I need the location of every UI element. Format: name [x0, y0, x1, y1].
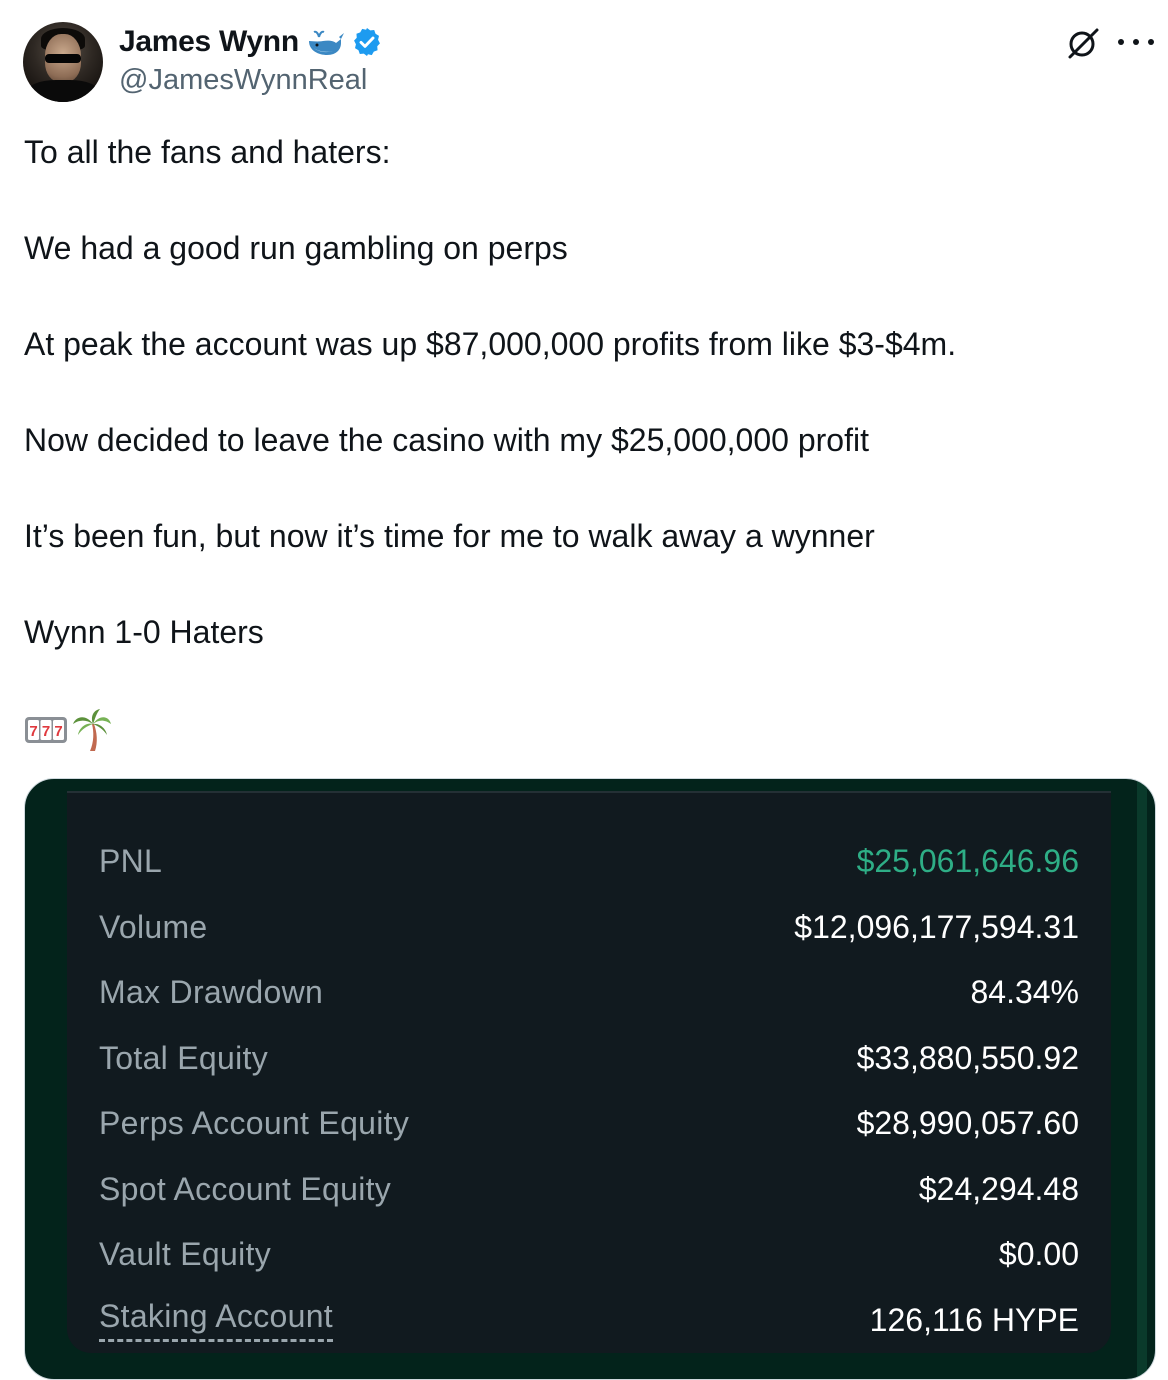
author-handle[interactable]: @JamesWynnReal [119, 64, 367, 97]
stat-row-vault-equity: Vault Equity $0.00 [99, 1234, 1079, 1274]
more-options-icon[interactable] [1118, 30, 1154, 54]
avatar[interactable] [23, 22, 103, 102]
palm-tree-icon [72, 708, 112, 757]
tweet-media-image[interactable]: PNL $25,061,646.96 Volume $12,096,177,59… [24, 778, 1156, 1380]
tweet-line: Wynn 1-0 Haters [24, 614, 264, 650]
dot-icon [1148, 39, 1154, 45]
tweet-text: To all the fans and haters: We had a goo… [24, 128, 1144, 656]
grok-icon[interactable] [1066, 26, 1100, 60]
stat-row-volume: Volume $12,096,177,594.31 [99, 907, 1079, 947]
svg-text:7: 7 [42, 723, 50, 740]
stat-label: Vault Equity [99, 1235, 271, 1272]
stat-row-staking-account: Staking Account 126,116 HYPE [99, 1298, 1079, 1342]
author-name[interactable]: James Wynn [119, 25, 299, 59]
stat-value: 126,116 HYPE [869, 1301, 1079, 1338]
svg-text:7: 7 [54, 723, 62, 740]
whale-icon [305, 27, 345, 57]
stat-label: Staking Account [99, 1298, 333, 1342]
slot-machine-icon: 7 7 7 [24, 714, 68, 751]
stat-row-spot-equity: Spot Account Equity $24,294.48 [99, 1169, 1079, 1209]
stat-value: $25,061,646.96 [856, 842, 1079, 879]
account-stats-panel: PNL $25,061,646.96 Volume $12,096,177,59… [67, 791, 1111, 1353]
stat-label: Max Drawdown [99, 973, 324, 1010]
verified-icon[interactable] [351, 26, 383, 58]
tweet-line: It’s been fun, but now it’s time for me … [24, 518, 875, 554]
stat-value: $33,880,550.92 [856, 1039, 1079, 1076]
stat-value: $28,990,057.60 [856, 1104, 1079, 1141]
tweet-line: To all the fans and haters: [24, 134, 391, 170]
stat-label: Volume [99, 908, 208, 945]
stat-value: 84.34% [970, 973, 1079, 1010]
stat-label: Perps Account Equity [99, 1104, 410, 1141]
author-name-row: James Wynn [119, 24, 383, 60]
stat-label: Spot Account Equity [99, 1170, 392, 1207]
avatar-coat [27, 80, 99, 102]
avatar-sunglasses [45, 54, 81, 63]
stat-row-perps-equity: Perps Account Equity $28,990,057.60 [99, 1103, 1079, 1143]
stat-value: $24,294.48 [918, 1170, 1079, 1207]
tweet-line: We had a good run gambling on perps [24, 230, 568, 266]
stat-label: PNL [99, 842, 163, 879]
media-edge-band [1137, 779, 1147, 1379]
stat-label: Total Equity [99, 1039, 269, 1076]
stat-row-total-equity: Total Equity $33,880,550.92 [99, 1038, 1079, 1078]
svg-text:7: 7 [29, 723, 37, 740]
stat-value: $0.00 [998, 1235, 1079, 1272]
tweet-line: At peak the account was up $87,000,000 p… [24, 326, 957, 362]
dot-icon [1133, 39, 1139, 45]
stat-row-max-drawdown: Max Drawdown 84.34% [99, 972, 1079, 1012]
stat-row-pnl: PNL $25,061,646.96 [99, 841, 1079, 881]
tweet-line: Now decided to leave the casino with my … [24, 422, 869, 458]
emoji-row: 7 7 7 [24, 708, 112, 757]
stat-value: $12,096,177,594.31 [794, 908, 1079, 945]
dot-icon [1118, 39, 1124, 45]
